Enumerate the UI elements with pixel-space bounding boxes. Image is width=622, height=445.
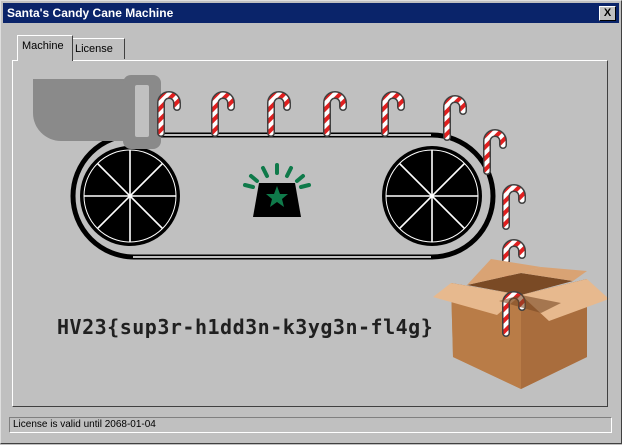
license-status-text: License is valid until 2068-01-04 (13, 419, 156, 430)
status-bar: License is valid until 2068-01-04 (9, 417, 612, 433)
machine-panel (12, 60, 608, 407)
flag-text: HV23{sup3r-h1dd3n-k3yg3n-fl4g} (57, 315, 434, 339)
tab-machine[interactable]: Machine (17, 35, 73, 61)
main-window: Santa's Candy Cane Machine X Machine Lic… (0, 0, 622, 444)
tab-machine-label: Machine (22, 40, 64, 52)
